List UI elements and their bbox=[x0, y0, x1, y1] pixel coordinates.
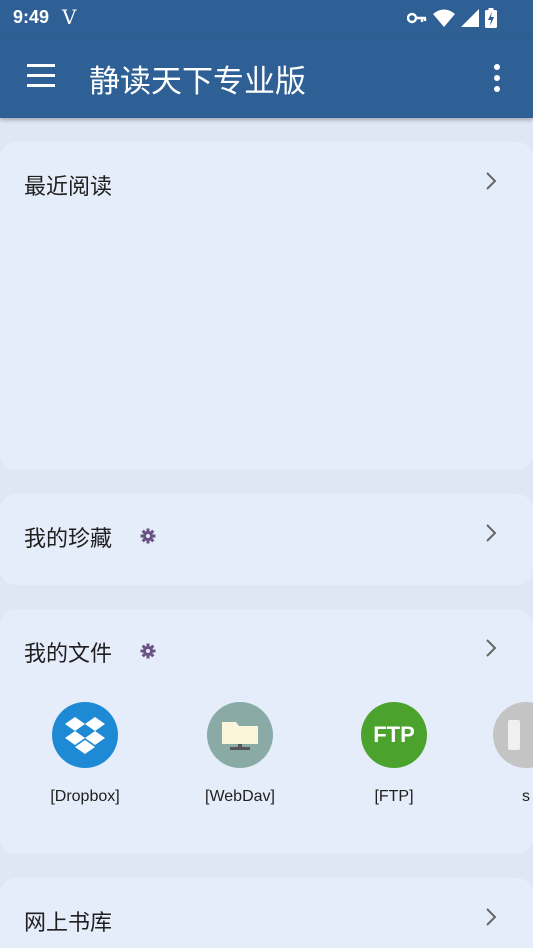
carrier-glyph: V bbox=[62, 5, 77, 29]
dropbox-icon bbox=[52, 702, 118, 768]
storage-icon bbox=[493, 702, 533, 768]
file-source-dropbox[interactable]: [Dropbox] bbox=[30, 702, 140, 806]
status-time: 9:49 bbox=[13, 7, 50, 27]
file-source-label: s bbox=[522, 788, 530, 805]
file-source-label: [WebDav] bbox=[205, 788, 275, 805]
chevron-right-icon[interactable] bbox=[480, 522, 502, 544]
wifi-icon bbox=[433, 9, 455, 27]
app-title: 静读天下专业版 bbox=[89, 64, 306, 100]
recent-reading-card[interactable]: 最近阅读 bbox=[0, 142, 533, 470]
file-source-label: [Dropbox] bbox=[50, 788, 120, 805]
chevron-right-icon[interactable] bbox=[480, 637, 502, 659]
key-icon bbox=[407, 12, 427, 24]
battery-charging-icon bbox=[485, 8, 497, 28]
gear-icon[interactable] bbox=[140, 528, 156, 544]
ftp-icon-text: FTP bbox=[373, 722, 415, 747]
chevron-right-icon[interactable] bbox=[480, 906, 502, 928]
recent-reading-title: 最近阅读 bbox=[24, 175, 113, 200]
webdav-folder-icon bbox=[207, 702, 273, 768]
file-source-storage[interactable]: s bbox=[493, 702, 533, 806]
file-source-clip: s bbox=[475, 702, 533, 832]
my-files-title: 我的文件 bbox=[24, 642, 113, 667]
more-vert-icon[interactable] bbox=[486, 64, 510, 92]
hamburger-menu-icon[interactable] bbox=[26, 64, 56, 88]
app-bar: 静读天下专业版 bbox=[0, 36, 533, 118]
favorites-title: 我的珍藏 bbox=[24, 527, 113, 552]
ftp-icon: FTP bbox=[361, 702, 427, 768]
online-library-title: 网上书库 bbox=[24, 911, 113, 936]
file-source-ftp[interactable]: FTP [FTP] bbox=[339, 702, 449, 806]
my-files-card: 我的文件 [Dropbox] [WebDav] FTP [FTP] s bbox=[0, 609, 533, 854]
status-bar: 9:49 V bbox=[0, 0, 533, 36]
status-icons bbox=[407, 6, 497, 30]
favorites-card[interactable]: 我的珍藏 bbox=[0, 494, 533, 585]
gear-icon[interactable] bbox=[140, 643, 156, 659]
online-library-card[interactable]: 网上书库 bbox=[0, 878, 533, 948]
chevron-right-icon[interactable] bbox=[480, 170, 502, 192]
file-source-label: [FTP] bbox=[374, 788, 414, 805]
signal-icon bbox=[461, 9, 479, 27]
file-source-webdav[interactable]: [WebDav] bbox=[185, 702, 295, 806]
